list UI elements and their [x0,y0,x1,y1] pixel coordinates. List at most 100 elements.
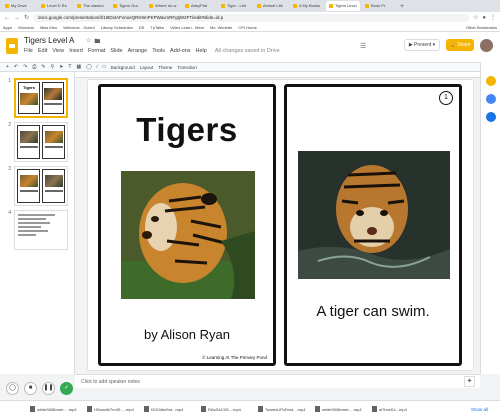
menu-format[interactable]: Format [88,48,105,54]
menu-insert[interactable]: Insert [69,48,83,54]
bookmark-item[interactable]: TpTalks [150,25,164,30]
keep-icon[interactable] [486,76,496,86]
download-filename: whiteSl08bmet.....mp4 [37,406,77,412]
url-field[interactable]: docs.google.com/presentation/d/1t8DxtAFo… [33,13,469,22]
slides-logo-icon[interactable] [6,38,18,54]
back-icon[interactable]: ← [4,15,10,21]
comment-add-icon[interactable]: □ [103,64,106,70]
pause-icon[interactable]: ❚❚ [42,382,55,395]
present-button[interactable]: ▶ Present ▾ [404,39,440,51]
slide-thumbnail-2[interactable]: 2 [3,122,68,162]
zoom-icon[interactable]: ⚲ [51,64,55,70]
theme-button[interactable]: Theme [158,65,172,70]
menu-edit[interactable]: Edit [38,48,47,54]
author-line[interactable]: by Alison Ryan [101,327,273,342]
tasks-icon[interactable] [486,94,496,104]
textbox-icon[interactable]: T [68,64,71,70]
slide-thumbnail-1[interactable]: 1 Tigers [3,78,68,118]
line-icon[interactable]: ∕ [97,64,98,70]
tiger-portrait-image[interactable] [121,171,255,299]
tab-favicon-icon [293,4,297,8]
mic-icon[interactable]: ◯ [6,382,19,395]
tab-favicon-icon [329,4,333,8]
menu-tools[interactable]: Tools [152,48,165,54]
undo-icon[interactable]: ↶ [14,64,18,70]
other-bookmarks[interactable]: Other Bookmarks [466,25,497,30]
browser-tab[interactable]: Level D Re [38,1,72,11]
avatar[interactable] [480,39,493,52]
download-item[interactable]: whiteSl08bmet.....mp4 [30,406,82,412]
menu-file[interactable]: File [24,48,33,54]
save-status: All changes saved in Drive [214,48,280,54]
browser-tab[interactable]: The classro [74,1,108,11]
speaker-notes[interactable]: Click to add speaker notes [75,374,480,388]
menu-arrange[interactable]: Arrange [128,48,148,54]
shape-icon[interactable]: ◯ [86,64,92,70]
current-slide[interactable]: Tigers by Alison Ryan © Learning At The … [88,80,473,370]
redo-icon[interactable]: ↷ [23,64,27,70]
stop-icon[interactable]: ■ [24,382,37,395]
download-item[interactable]: RAsSAC0S....mp4 [201,406,253,412]
background-button[interactable]: Background [111,65,135,70]
new-tab-icon[interactable]: + [400,3,404,10]
menu-view[interactable]: View [52,48,64,54]
star-icon[interactable]: ☆ [473,14,478,21]
bookmark-item[interactable]: Wonders [18,25,34,30]
add-icon[interactable]: + [6,64,9,70]
check-icon[interactable]: ✓ [60,382,73,395]
reload-icon[interactable]: ↻ [24,14,29,21]
slide-thumbnail-3[interactable]: 3 [3,166,68,206]
bookmark-item[interactable]: Library Schedules [101,25,133,30]
bookmark-item[interactable]: DS [139,25,145,30]
bookmark-item[interactable]: Video Learn - Mem [170,25,204,30]
menu-icon[interactable]: ⋮ [490,14,496,21]
book-title[interactable]: Tigers [101,111,273,149]
file-icon [201,406,206,412]
profile-icon[interactable]: ● [482,15,486,21]
download-item[interactable]: whiteSl08bmet.....mp4 [315,406,367,412]
browser-tab[interactable]: ArtsyPlat [182,1,216,11]
browser-tab-bar: My Drive Level D Re The classro Tigers Gra W… [0,0,500,12]
swimming-tiger-image[interactable] [298,151,450,279]
page-sentence[interactable]: A tiger can swim. [287,303,459,320]
bookmark-item[interactable]: Miss Meu [40,25,57,30]
image-icon[interactable]: ▦ [76,64,81,70]
forward-icon[interactable]: → [14,15,20,21]
document-title[interactable]: Tigers Level A [24,36,74,45]
bookmark-item[interactable]: Ms. Wertzler [210,25,232,30]
bookmark-item[interactable]: Welcome - Sched [63,25,95,30]
browser-tab[interactable]: Book Pr [362,1,396,11]
comment-icon[interactable]: ☰ [360,42,366,50]
download-item[interactable]: f2G0dbe5rd...mp4 [144,406,196,412]
browser-tab[interactable]: My Drive [2,1,36,11]
explore-icon[interactable]: ✦ [464,376,475,387]
slide-number: 1 [8,78,11,84]
bookmark-item[interactable]: CPI Home [238,25,256,30]
download-item[interactable]: TowelsUFbDmd....mp4 [258,406,310,412]
menu-addons[interactable]: Add-ons [170,48,191,54]
browser-tab[interactable]: A My Books [290,1,324,11]
browser-tab[interactable]: Tiger - Leb [218,1,252,11]
menu-help[interactable]: Help [196,48,207,54]
print-icon[interactable]: ⎙ [32,64,36,70]
browser-tab[interactable]: Tigers Gra [110,1,144,11]
star-icon[interactable]: ☆ [86,37,91,47]
slide-thumbnail-4[interactable]: 4 [3,210,68,250]
transition-button[interactable]: Transition [177,65,197,70]
browser-tab[interactable]: Where do w [146,1,180,11]
folder-icon[interactable]: 🖿 [94,37,100,47]
bookmark-item[interactable]: Apps [3,25,12,30]
download-filename: TowelsUFbDmd....mp4 [265,406,306,412]
calendar-icon[interactable] [486,112,496,122]
download-item[interactable]: HSanclbi7m4S.....mp4 [87,406,139,412]
select-icon[interactable]: ➤ [59,64,63,70]
share-button[interactable]: 🔒 Share [446,39,474,51]
browser-tab[interactable]: Animal Life [254,1,288,11]
browser-tab[interactable]: Tigers Level [326,1,360,11]
download-item[interactable]: ai7bnsS4...mp4 [372,406,424,412]
show-all-button[interactable]: Show all [471,407,488,412]
menu-slide[interactable]: Slide [110,48,122,54]
layout-button[interactable]: Layout [140,65,154,70]
paint-format-icon[interactable]: ✎ [41,64,45,70]
file-icon [87,406,92,412]
